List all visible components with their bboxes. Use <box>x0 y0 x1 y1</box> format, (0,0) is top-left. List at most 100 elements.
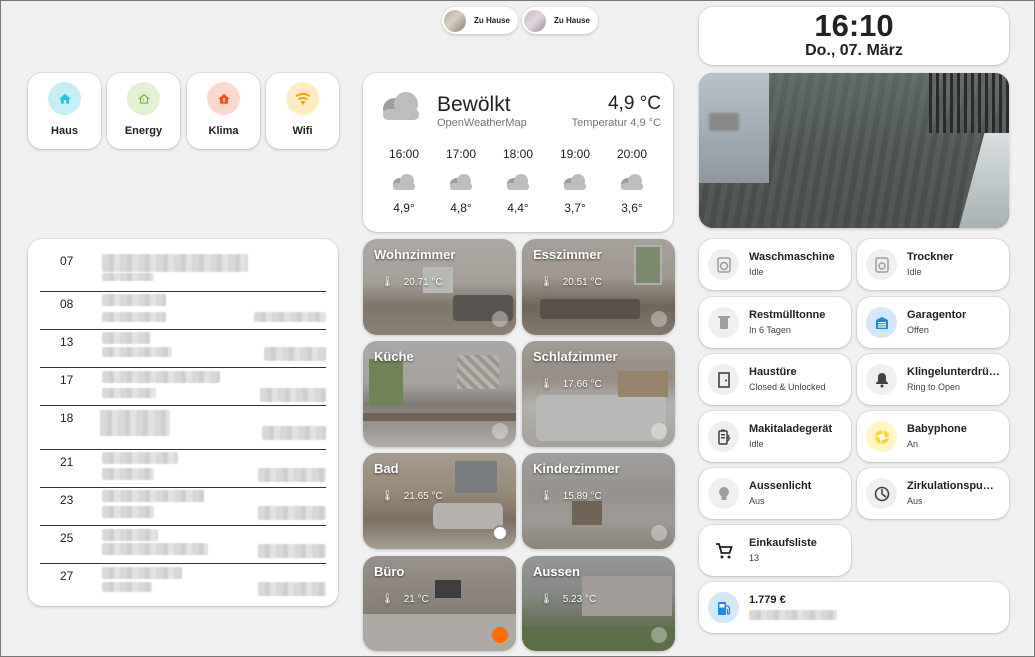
list-item[interactable]: 17 <box>40 368 326 406</box>
room-temperature: 🌡 17.66 °C <box>540 379 602 390</box>
camera-feed[interactable] <box>699 73 1009 228</box>
person-chip-2[interactable]: Zu Hause <box>522 7 599 34</box>
tile-state: Aus <box>749 496 765 506</box>
tile-waschmaschine[interactable]: Waschmaschine Idle <box>699 239 851 290</box>
nav-label: Wifi <box>292 125 313 137</box>
tile-trockner[interactable]: Trockner Idle <box>857 239 1009 290</box>
list-item[interactable]: 27 <box>40 564 326 602</box>
calendar-card[interactable]: 07 08 13 17 18 21 23 25 27 <box>28 239 338 606</box>
list-item[interactable]: 07 <box>40 249 326 292</box>
weather-card[interactable]: Bewölkt OpenWeatherMap 4,9 °C Temperatur… <box>363 73 673 232</box>
room-card-schlafzimmer[interactable]: Schlafzimmer 🌡 17.66 °C <box>522 341 675 447</box>
tile-state: In 6 Tagen <box>749 325 791 335</box>
room-temperature: 🌡 5.23 °C <box>540 594 597 605</box>
forecast-time: 20:00 <box>616 147 648 161</box>
garage-open-icon <box>866 307 897 338</box>
list-item[interactable]: 25 <box>40 526 326 564</box>
forecast-time: 18:00 <box>502 147 534 161</box>
room-card-buero[interactable]: Büro 🌡 21 °C <box>363 556 516 651</box>
calendar-day: 23 <box>60 493 74 507</box>
room-temperature: 🌡 15.89 °C <box>540 491 602 502</box>
tile-babyphone[interactable]: Babyphone An <box>857 411 1009 462</box>
door-icon <box>708 364 739 395</box>
lightbulb-icon <box>651 423 667 439</box>
nav-wifi[interactable]: Wifi <box>266 73 339 149</box>
tile-state: Idle <box>749 439 764 449</box>
calendar-day: 08 <box>60 297 74 311</box>
calendar-day: 27 <box>60 569 74 583</box>
tile-makitaladegeraet[interactable]: Makitaladegerät Idle <box>699 411 851 462</box>
tile-state: Offen <box>907 325 929 335</box>
forecast-item: 17:00 4,8° <box>441 147 481 215</box>
forecast-temp: 3,7° <box>564 201 586 215</box>
fuel-price-card[interactable]: 1.779 € <box>699 582 1009 633</box>
lightbulb-icon <box>651 311 667 327</box>
tile-name: Trockner <box>907 251 954 263</box>
thermometer-icon: 🌡 <box>540 491 553 502</box>
room-name: Bad <box>374 461 399 476</box>
fan-icon <box>492 525 508 541</box>
room-temperature: 🌡 20.71 °C <box>381 277 443 288</box>
fan-icon <box>492 627 508 643</box>
nav-klima[interactable]: Klima <box>187 73 260 149</box>
room-card-bad[interactable]: Bad 🌡 21.65 °C <box>363 453 516 549</box>
washing-machine-icon <box>708 249 739 280</box>
tile-restmuelltonne[interactable]: Restmülltonne In 6 Tagen <box>699 297 851 348</box>
nav-label: Energy <box>124 125 163 137</box>
list-item[interactable]: 18 <box>40 406 326 450</box>
tile-name: Garagentor <box>907 309 967 321</box>
list-item[interactable]: 13 <box>40 330 326 368</box>
battery-charging-icon <box>708 421 739 452</box>
tile-klingelunterdrueckung[interactable]: Klingelunterdrückung Ring to Open <box>857 354 1009 405</box>
tile-state: Aus <box>907 496 923 506</box>
tile-garagentor[interactable]: Garagentor Offen <box>857 297 1009 348</box>
list-item[interactable]: 08 <box>40 292 326 330</box>
list-item[interactable]: 21 <box>40 450 326 488</box>
room-card-esszimmer[interactable]: Esszimmer 🌡 20.51 °C <box>522 239 675 335</box>
tile-state: An <box>907 439 919 449</box>
calendar-day: 13 <box>60 335 74 349</box>
forecast-time: 19:00 <box>559 147 591 161</box>
room-name: Schlafzimmer <box>533 349 618 364</box>
pump-icon <box>866 478 897 509</box>
forecast-item: 18:00 4,4° <box>498 147 538 215</box>
clock-time: 16:10 <box>814 8 894 43</box>
cloudy-icon <box>612 163 652 201</box>
forecast-item: 19:00 3,7° <box>555 147 595 215</box>
tile-name: Aussenlicht <box>749 480 812 492</box>
room-temperature: 🌡 21 °C <box>381 594 429 605</box>
room-card-kueche[interactable]: Küche <box>363 341 516 447</box>
tile-name: Klingelunterdrückung <box>907 366 1003 378</box>
forecast-item: 16:00 4,9° <box>384 147 424 215</box>
clock-date: Do., 07. März <box>805 42 903 59</box>
forecast-temp: 3,6° <box>621 201 643 215</box>
cloudy-icon <box>498 163 538 201</box>
tile-aussenlicht[interactable]: Aussenlicht Aus <box>699 468 851 519</box>
tile-state: Idle <box>749 267 764 277</box>
nav-energy[interactable]: Energy <box>107 73 180 149</box>
lightbulb-icon <box>492 311 508 327</box>
weather-condition: Bewölkt <box>437 93 511 116</box>
forecast-temp: 4,9° <box>393 201 415 215</box>
person-chip-1[interactable]: Zu Hause <box>442 7 519 34</box>
tile-name: Zirkulationspumpe <box>907 480 1003 492</box>
calendar-day: 07 <box>60 254 74 268</box>
nav-label: Klima <box>208 125 239 137</box>
calendar-day: 18 <box>60 411 74 425</box>
tile-name: Einkaufsliste <box>749 537 817 549</box>
nav-haus[interactable]: Haus <box>28 73 101 149</box>
lightbulb-icon <box>651 627 667 643</box>
clock-card: 16:10 Do., 07. März <box>699 7 1009 65</box>
room-card-aussen[interactable]: Aussen 🌡 5.23 °C <box>522 556 675 651</box>
cloudy-icon <box>379 89 423 128</box>
tile-haustuere[interactable]: Haustüre Closed & Unlocked <box>699 354 851 405</box>
tile-zirkulationspumpe[interactable]: Zirkulationspumpe Aus <box>857 468 1009 519</box>
room-card-wohnzimmer[interactable]: Wohnzimmer 🌡 20.71 °C <box>363 239 516 335</box>
camera-iris-icon <box>866 421 897 452</box>
forecast-time: 17:00 <box>445 147 477 161</box>
tile-name: Waschmaschine <box>749 251 835 263</box>
tile-einkaufsliste[interactable]: Einkaufsliste 13 <box>699 525 851 576</box>
room-card-kinderzimmer[interactable]: Kinderzimmer 🌡 15.89 °C <box>522 453 675 549</box>
wifi-icon <box>286 82 319 115</box>
list-item[interactable]: 23 <box>40 488 326 526</box>
